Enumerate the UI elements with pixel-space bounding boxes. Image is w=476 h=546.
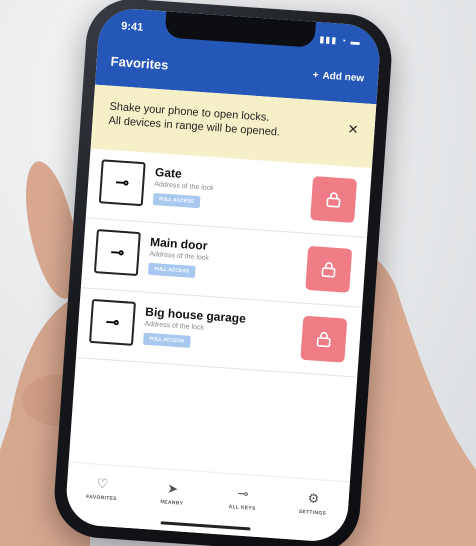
navigation-arrow-icon: ➤ <box>166 480 179 497</box>
lock-address: Address of the lock <box>144 320 205 332</box>
tab-settings[interactable]: ⚙ SETTINGS <box>275 477 350 543</box>
heart-icon: ♡ <box>96 475 109 492</box>
tab-label: FAVORITES <box>85 493 117 503</box>
signal-icon: ▮▮▮ <box>319 34 338 46</box>
lock-name: Main door <box>149 234 208 253</box>
padlock-icon <box>326 192 341 208</box>
access-badge: FULL ACCESS <box>147 262 196 279</box>
tab-favorites[interactable]: ♡ FAVORITES <box>64 463 139 529</box>
unlock-button[interactable] <box>310 176 358 224</box>
phone: 9:41 ▮▮▮ ◔ ▬ Favorites + Add new Shake y… <box>51 0 395 546</box>
add-new-label: Add new <box>322 70 365 85</box>
wifi-icon: ◔ <box>340 35 348 47</box>
access-badge: FULL ACCESS <box>152 192 201 209</box>
key-icon: ⊸ <box>237 485 250 502</box>
padlock-icon <box>316 331 331 348</box>
close-icon[interactable]: ✕ <box>347 121 359 137</box>
access-badge: FULL ACCESS <box>143 332 191 348</box>
lock-address: Address of the lock <box>153 180 214 193</box>
app-screen: 9:41 ▮▮▮ ◔ ▬ Favorites + Add new Shake y… <box>64 6 382 544</box>
status-icons: ▮▮▮ ◔ ▬ <box>319 34 361 48</box>
unlock-button[interactable] <box>300 315 348 363</box>
plus-icon: + <box>312 69 319 82</box>
battery-icon: ▬ <box>350 36 362 48</box>
page-title: Favorites <box>110 53 169 73</box>
key-icon: ⊸ <box>98 159 146 207</box>
lock-list: ⊸ Gate Address of the lock FULL ACCESS ⊸… <box>75 148 372 378</box>
tab-label: SETTINGS <box>298 508 327 517</box>
tab-label: ALL KEYS <box>228 503 256 512</box>
unlock-button[interactable] <box>305 245 353 293</box>
key-icon: ⊸ <box>93 229 141 277</box>
tab-label: NEARBY <box>160 499 184 507</box>
lock-address: Address of the lock <box>149 250 209 262</box>
gear-icon: ⚙ <box>307 490 320 507</box>
padlock-icon <box>321 262 336 278</box>
key-icon: ⊸ <box>89 298 136 346</box>
status-time: 9:41 <box>120 20 144 34</box>
lock-name: Gate <box>154 165 183 181</box>
add-new-button[interactable]: + Add new <box>312 70 364 85</box>
